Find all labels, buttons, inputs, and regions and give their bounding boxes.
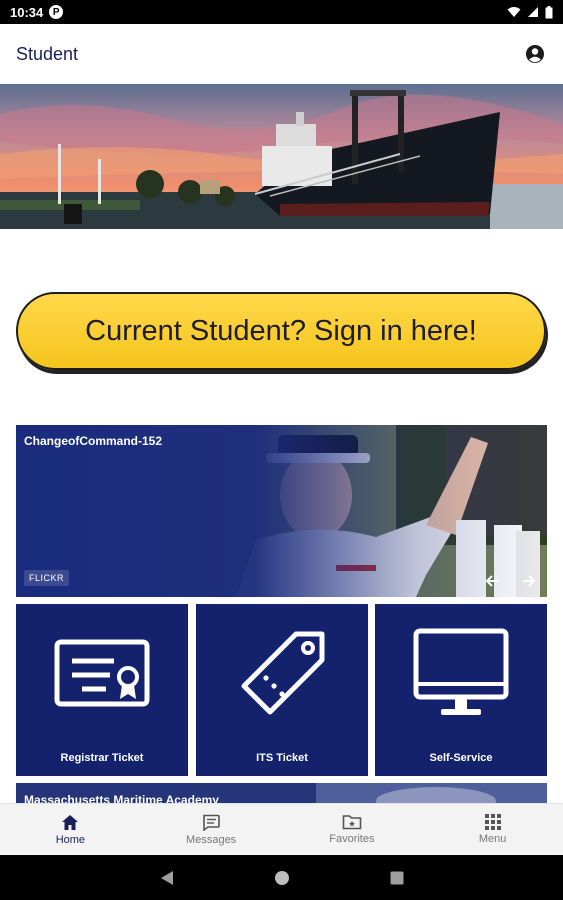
page-title: Student [16, 43, 79, 64]
system-recents-button[interactable] [390, 871, 404, 885]
account-circle-icon [526, 45, 544, 63]
status-bar: 10:34 P [0, 0, 563, 24]
nav-label-messages: Messages [186, 833, 237, 846]
wifi-icon [507, 7, 521, 17]
messages-icon [203, 814, 220, 831]
nav-item-menu[interactable]: Menu [422, 804, 563, 855]
recents-square-icon [390, 871, 403, 884]
home-icon [62, 814, 79, 830]
tile-icon-container [16, 604, 188, 744]
app-bar: Student [0, 24, 563, 84]
status-time: 10:34 [10, 4, 44, 20]
ship-photo [0, 84, 563, 229]
self-service-tile[interactable]: Self-Service [375, 604, 547, 776]
carousel-next-button[interactable] [520, 572, 538, 590]
nav-label-home: Home [55, 833, 86, 846]
self-service-label: Self-Service [429, 752, 493, 764]
its-ticket-label: ITS Ticket [256, 752, 308, 764]
sign-in-label: Current Student? Sign in here! [85, 314, 477, 347]
flickr-photo-card[interactable]: ChangeofCommand-152 FLICKR [16, 425, 547, 597]
certificate-icon [54, 639, 150, 707]
registrar-ticket-label: Registrar Ticket [60, 752, 144, 764]
cellular-signal-icon [528, 7, 538, 17]
system-navigation-bar [0, 855, 563, 900]
screen: 10:34 P Student Current Student? Sign in… [0, 0, 563, 900]
system-back-button[interactable] [160, 870, 174, 886]
grid-menu-icon [484, 814, 501, 830]
carousel-previous-button[interactable] [483, 572, 501, 590]
photo-card-title: ChangeofCommand-152 [24, 434, 163, 448]
nav-item-favorites[interactable]: Favorites [282, 804, 423, 855]
back-triangle-icon [160, 870, 173, 885]
student-sign-in-button[interactable]: Current Student? Sign in here! [16, 292, 546, 370]
flickr-source-badge: FLICKR [24, 570, 70, 586]
system-home-button[interactable] [274, 870, 290, 886]
nav-item-home[interactable]: Home [0, 804, 141, 855]
home-circle-icon [274, 870, 289, 885]
arrow-right-icon [523, 575, 536, 587]
monitor-icon [413, 628, 509, 715]
nav-item-messages[interactable]: Messages [141, 804, 282, 855]
tile-icon-container [196, 604, 368, 744]
account-button[interactable] [523, 42, 547, 66]
registrar-ticket-tile[interactable]: Registrar Ticket [16, 604, 188, 776]
battery-icon [545, 5, 553, 18]
tile-icon-container [375, 604, 547, 744]
favorites-folder-icon [342, 815, 362, 830]
change-of-command-photo [16, 425, 547, 597]
hero-banner-image [0, 84, 563, 229]
its-ticket-tile[interactable]: ITS Ticket [196, 604, 368, 776]
app-notification-icon: P [49, 5, 64, 19]
tag-icon [241, 631, 325, 715]
status-indicators [507, 5, 553, 19]
nav-label-menu: Menu [478, 833, 507, 845]
nav-label-favorites: Favorites [329, 833, 375, 845]
arrow-left-icon [485, 575, 498, 587]
bottom-navigation: Home Messages Favorites Menu [0, 803, 563, 855]
